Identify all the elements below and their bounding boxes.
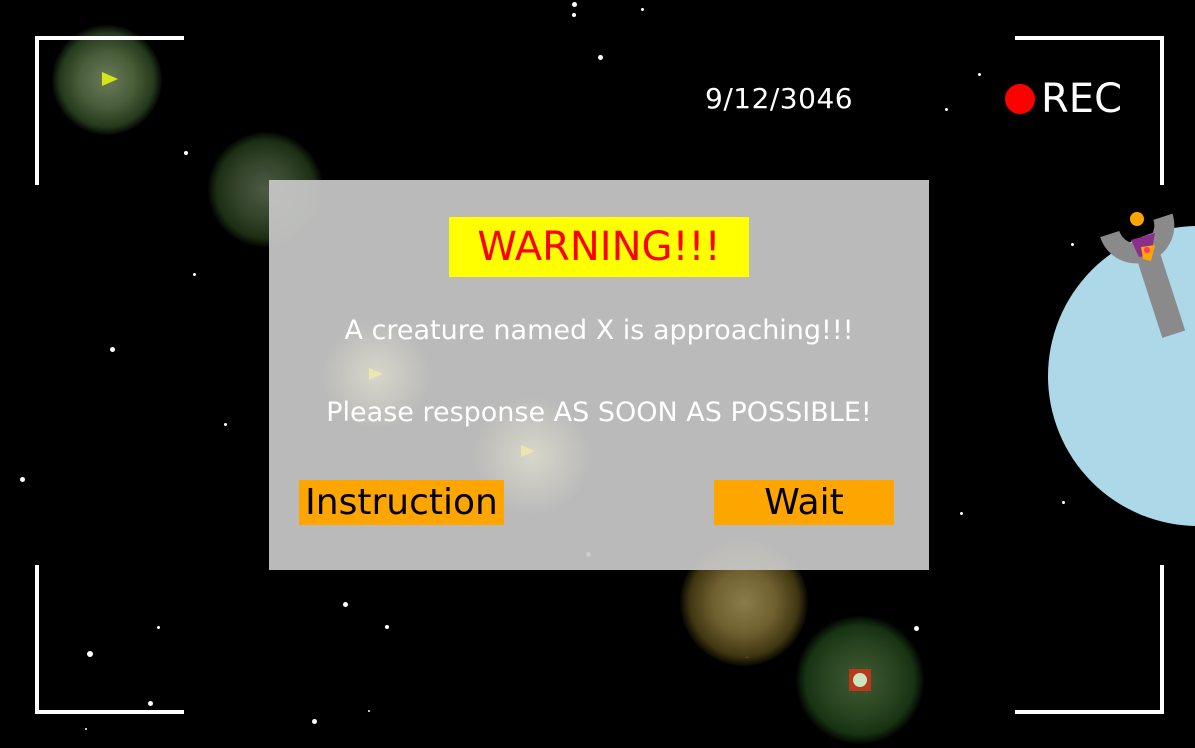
game-scene: 9/12/3046 REC WARNING!!! A creature name… — [0, 0, 1195, 748]
star — [572, 2, 577, 7]
warning-message-line2: Please response AS SOON AS POSSIBLE! — [326, 397, 872, 428]
star — [20, 477, 25, 482]
frame-corner-top-left — [35, 36, 184, 185]
star — [572, 13, 576, 17]
creature-x-sprite — [1100, 212, 1186, 338]
star — [385, 625, 389, 629]
star — [85, 728, 87, 730]
star — [1071, 243, 1074, 246]
frame-corner-bottom-left — [35, 565, 184, 714]
star — [1062, 501, 1065, 504]
warning-message-line1: A creature named X is approaching!!! — [344, 315, 854, 346]
warning-dialog: WARNING!!! A creature named X is approac… — [269, 180, 929, 570]
star — [110, 347, 115, 352]
frame-corner-bottom-right — [1015, 565, 1164, 714]
star — [960, 512, 963, 515]
star — [641, 8, 644, 11]
star — [184, 151, 188, 155]
star — [343, 602, 348, 607]
star — [312, 719, 317, 724]
play-triangle-icon — [369, 368, 383, 380]
play-triangle-icon — [521, 445, 535, 457]
star — [224, 423, 227, 426]
date-readout: 9/12/3046 — [705, 82, 854, 115]
rec-indicator: REC — [1005, 77, 1122, 121]
star — [914, 626, 919, 631]
record-dot-icon — [1005, 84, 1035, 114]
warning-title: WARNING!!! — [449, 217, 749, 277]
star — [945, 108, 948, 111]
star — [193, 273, 196, 276]
star — [598, 55, 603, 60]
instruction-button[interactable]: Instruction — [299, 480, 504, 525]
target-square-icon[interactable] — [848, 668, 872, 692]
star — [978, 73, 981, 76]
star — [368, 710, 370, 712]
rec-label: REC — [1041, 76, 1122, 122]
wait-button[interactable]: Wait — [714, 480, 894, 525]
